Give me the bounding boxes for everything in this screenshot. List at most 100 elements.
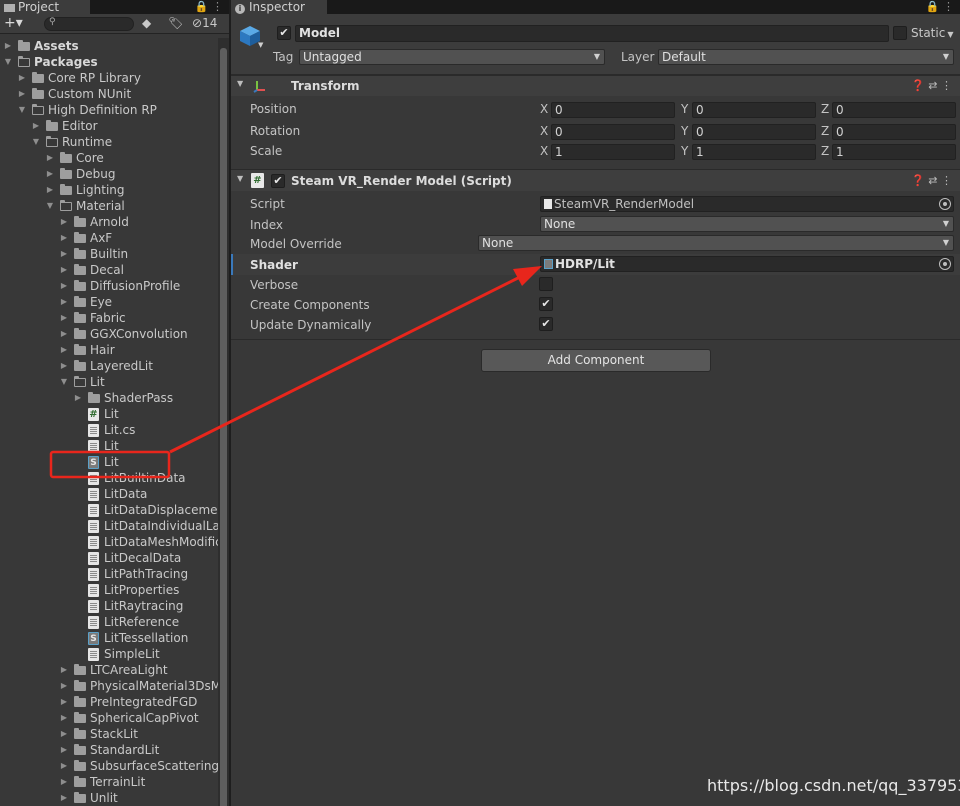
tab-inspector[interactable]: i Inspector [231, 0, 327, 14]
tree-folder[interactable]: ▶ Hair [0, 342, 218, 358]
foldout-collapsed-icon[interactable]: ▶ [59, 758, 69, 774]
tree-asset[interactable]: LitReference [0, 614, 218, 630]
tree-folder[interactable]: ▶ AxF [0, 230, 218, 246]
tree-folder[interactable]: ▶ PhysicalMaterial3DsMax [0, 678, 218, 694]
axis-y-label[interactable]: Y [681, 101, 688, 117]
foldout-collapsed-icon[interactable]: ▶ [59, 790, 69, 806]
tree-asset[interactable]: LitPathTracing [0, 566, 218, 582]
transform-rotation-y-field[interactable]: 0 [692, 124, 816, 140]
foldout-expanded-icon[interactable]: ▼ [17, 102, 27, 118]
foldout-collapsed-icon[interactable]: ▶ [59, 774, 69, 790]
tree-asset[interactable]: LitData [0, 486, 218, 502]
foldout-collapsed-icon[interactable]: ▶ [59, 246, 69, 262]
filter-by-label-icon[interactable]: 🏷 [168, 16, 183, 30]
object-picker-icon[interactable] [939, 198, 951, 210]
tree-asset[interactable]: S LitTessellation [0, 630, 218, 646]
foldout-collapsed-icon[interactable]: ▶ [59, 694, 69, 710]
transform-position-z-field[interactable]: 0 [832, 102, 956, 118]
foldout-collapsed-icon[interactable]: ▶ [73, 390, 83, 406]
tree-asset[interactable]: SimpleLit [0, 646, 218, 662]
update-dynamically-checkbox[interactable]: ✔ [539, 317, 553, 331]
tree-folder[interactable]: ▶ Custom NUnit [0, 86, 218, 102]
tree-folder[interactable]: ▶ Core RP Library [0, 70, 218, 86]
static-checkbox[interactable] [893, 26, 907, 40]
layer-dropdown[interactable]: Default ▼ [658, 49, 954, 65]
tree-folder[interactable]: ▶ StandardLit [0, 742, 218, 758]
tree-folder[interactable]: ▶ TerrainLit [0, 774, 218, 790]
tree-folder[interactable]: ▶ Lighting [0, 182, 218, 198]
tree-asset[interactable]: LitDataMeshModification [0, 534, 218, 550]
component-enabled-checkbox[interactable]: ✔ [271, 174, 285, 188]
axis-x-label[interactable]: X [540, 101, 548, 117]
foldout-collapsed-icon[interactable]: ▶ [17, 86, 27, 102]
foldout-collapsed-icon[interactable]: ▶ [17, 70, 27, 86]
transform-scale-x-field[interactable]: 1 [551, 144, 675, 160]
axis-y-label[interactable]: Y [681, 143, 688, 159]
foldout-collapsed-icon[interactable]: ▶ [59, 214, 69, 230]
object-picker-icon[interactable] [939, 258, 951, 270]
foldout-collapsed-icon[interactable]: ▶ [59, 294, 69, 310]
tree-asset[interactable]: Lit.cs [0, 422, 218, 438]
tree-folder[interactable]: ▶ StackLit [0, 726, 218, 742]
index-dropdown[interactable]: None ▼ [540, 216, 954, 232]
tree-folder[interactable]: ▶ SphericalCapPivot [0, 710, 218, 726]
gameobject-icon-dropdown[interactable]: ▼ [258, 41, 263, 49]
tree-folder[interactable]: ▶ Arnold [0, 214, 218, 230]
tree-folder[interactable]: ▶ Editor [0, 118, 218, 134]
tree-folder[interactable]: ▶ Fabric [0, 310, 218, 326]
foldout-expanded-icon[interactable]: ▼ [3, 54, 13, 70]
component-help-settings-menu-icons[interactable]: ❓ ⇄ ⋮ [911, 173, 952, 189]
tree-folder[interactable]: ▶ Builtin [0, 246, 218, 262]
foldout-collapsed-icon[interactable]: ▶ [59, 742, 69, 758]
foldout-collapsed-icon[interactable]: ▶ [3, 38, 13, 54]
transform-rotation-x-field[interactable]: 0 [551, 124, 675, 140]
hidden-packages-toggle[interactable]: ⊘14 [192, 16, 217, 30]
tree-asset[interactable]: LitDataIndividualLayer [0, 518, 218, 534]
object-name-field[interactable]: Model [295, 25, 889, 42]
tag-dropdown[interactable]: Untagged ▼ [299, 49, 605, 65]
transform-scale-y-field[interactable]: 1 [692, 144, 816, 160]
foldout-collapsed-icon[interactable]: ▶ [59, 662, 69, 678]
axis-x-label[interactable]: X [540, 143, 548, 159]
active-checkbox[interactable]: ✔ [277, 26, 291, 40]
tree-folder[interactable]: ▼ Runtime [0, 134, 218, 150]
foldout-collapsed-icon[interactable]: ▶ [31, 118, 41, 134]
transform-position-x-field[interactable]: 0 [551, 102, 675, 118]
foldout-collapsed-icon[interactable]: ▶ [59, 278, 69, 294]
tree-asset[interactable]: LitDataDisplacement [0, 502, 218, 518]
tree-folder[interactable]: ▶ GGXConvolution [0, 326, 218, 342]
tree-folder[interactable]: ▼ Lit [0, 374, 218, 390]
tree-folder[interactable]: ▶ LTCAreaLight [0, 662, 218, 678]
shader-field[interactable]: HDRP/Lit [540, 256, 954, 272]
tree-asset[interactable]: LitProperties [0, 582, 218, 598]
foldout-collapsed-icon[interactable]: ▶ [59, 726, 69, 742]
transform-position-y-field[interactable]: 0 [692, 102, 816, 118]
project-tab-menu-icons[interactable]: 🔒 ⋮ [195, 0, 223, 14]
tree-folder[interactable]: ▶ Unlit [0, 790, 218, 806]
tree-folder[interactable]: ▶ Core [0, 150, 218, 166]
tree-folder[interactable]: ▶ ShaderPass [0, 390, 218, 406]
inspector-tab-menu-icons[interactable]: 🔒 ⋮ [926, 0, 954, 14]
tree-asset[interactable]: # Lit [0, 406, 218, 422]
foldout-expanded-icon[interactable]: ▼ [31, 134, 41, 150]
project-scrollbar-thumb[interactable] [220, 48, 227, 806]
tree-folder[interactable]: ▼ High Definition RP [0, 102, 218, 118]
tab-project[interactable]: Project [0, 0, 90, 14]
verbose-checkbox[interactable] [539, 277, 553, 291]
foldout-expanded-icon[interactable]: ▼ [59, 374, 69, 390]
tree-folder[interactable]: ▶ Decal [0, 262, 218, 278]
foldout-collapsed-icon[interactable]: ▶ [59, 326, 69, 342]
model-override-dropdown[interactable]: None ▼ [478, 235, 954, 251]
script-field[interactable]: SteamVR_RenderModel [540, 196, 954, 212]
search-input[interactable]: ⚲ [44, 17, 134, 31]
tree-folder[interactable]: ▼ Material [0, 198, 218, 214]
foldout-expanded-icon[interactable]: ▼ [45, 198, 55, 214]
tree-folder[interactable]: ▶ SubsurfaceScattering [0, 758, 218, 774]
axis-z-label[interactable]: Z [821, 123, 829, 139]
tree-folder[interactable]: ▶ Assets [0, 38, 218, 54]
foldout-collapsed-icon[interactable]: ▶ [59, 262, 69, 278]
axis-y-label[interactable]: Y [681, 123, 688, 139]
tree-asset[interactable]: S Lit [0, 454, 218, 470]
foldout-collapsed-icon[interactable]: ▶ [59, 342, 69, 358]
axis-z-label[interactable]: Z [821, 101, 829, 117]
